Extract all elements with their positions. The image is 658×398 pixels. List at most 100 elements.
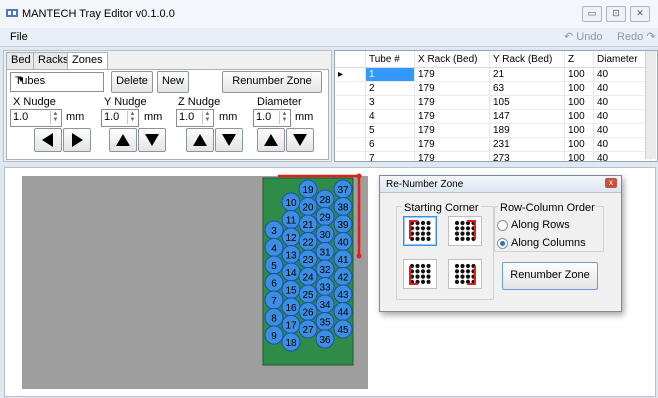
tube-label: 5: [271, 261, 277, 272]
tube-circle[interactable]: 5: [264, 255, 284, 275]
tube-circle[interactable]: 3: [264, 220, 284, 240]
renumber-dialog: Re-Number Zone x Starting Corner Row-Col…: [379, 175, 622, 312]
tube-circle[interactable]: 43: [333, 284, 353, 304]
tube-label: 10: [285, 198, 297, 209]
tube-circle[interactable]: 26: [298, 302, 318, 321]
along-rows-label[interactable]: Along Rows: [511, 219, 570, 231]
tube-label: 30: [319, 230, 331, 241]
selection-handle[interactable]: [356, 173, 362, 179]
tube-label: 45: [337, 325, 349, 336]
tube-circle[interactable]: 40: [333, 232, 353, 251]
tube-label: 4: [271, 244, 277, 255]
tube-label: 7: [271, 296, 277, 307]
tube-label: 24: [302, 273, 314, 284]
tube-circle[interactable]: 7: [264, 290, 284, 310]
order-label: Row-Column Order: [498, 202, 597, 214]
tube-label: 19: [302, 185, 314, 196]
tube-label: 35: [319, 318, 331, 329]
corner-top-right-button[interactable]: [448, 216, 482, 246]
tube-circle[interactable]: 13: [281, 245, 301, 264]
tube-circle[interactable]: 15: [281, 280, 301, 299]
tube-circle[interactable]: 12: [281, 227, 301, 247]
tube-label: 43: [337, 290, 349, 301]
grid-dots-icon: [409, 263, 431, 285]
tube-circle[interactable]: 20: [298, 197, 318, 216]
tube-circle[interactable]: 34: [315, 294, 335, 314]
tube-label: 8: [271, 314, 277, 325]
tube-label: 29: [319, 213, 331, 224]
tube-circle[interactable]: 36: [315, 329, 335, 349]
tube-circle[interactable]: 42: [333, 267, 353, 286]
tube-label: 15: [285, 286, 297, 297]
selection-handle[interactable]: [356, 253, 362, 259]
tube-circle[interactable]: 16: [281, 297, 301, 317]
tube-circle[interactable]: 38: [333, 197, 353, 216]
tube-label: 39: [337, 220, 349, 231]
dialog-title: Re-Number Zone: [386, 179, 464, 190]
grid-dots-icon: [409, 220, 431, 241]
tube-label: 41: [337, 255, 349, 266]
corner-top-left-button[interactable]: [403, 216, 437, 246]
tube-label: 38: [337, 203, 349, 214]
tube-label: 20: [302, 203, 314, 214]
tube-label: 26: [302, 308, 314, 319]
tube-label: 37: [337, 185, 349, 196]
tube-label: 31: [319, 248, 331, 259]
tube-circle[interactable]: 41: [333, 249, 353, 269]
dialog-close-button[interactable]: x: [605, 178, 617, 188]
tube-circle[interactable]: 23: [298, 249, 318, 269]
tube-label: 27: [302, 325, 314, 336]
tube-circle[interactable]: 11: [281, 210, 301, 229]
tube-label: 25: [302, 290, 314, 301]
tube-circle[interactable]: 25: [298, 284, 318, 304]
tube-circle[interactable]: 21: [298, 214, 318, 234]
tube-circle[interactable]: 18: [281, 332, 301, 352]
tube-label: 11: [286, 216, 297, 227]
tube-label: 6: [271, 279, 277, 290]
along-columns-radio[interactable]: [497, 238, 508, 249]
tube-label: 17: [285, 321, 297, 332]
tube-circle[interactable]: 30: [315, 224, 335, 244]
tube-circle[interactable]: 19: [298, 179, 318, 199]
tube-label: 34: [319, 300, 331, 311]
tube-circle[interactable]: 37: [333, 179, 353, 199]
tube-label: 9: [271, 331, 277, 342]
tube-circle[interactable]: 24: [298, 267, 318, 286]
corner-bottom-right-button[interactable]: [448, 259, 482, 289]
tube-circle[interactable]: 28: [315, 189, 335, 209]
tube-circle[interactable]: 39: [333, 214, 353, 234]
corner-bottom-left-button[interactable]: [403, 259, 437, 289]
tube-label: 22: [302, 238, 314, 249]
tube-label: 36: [319, 335, 331, 346]
tube-label: 32: [319, 265, 331, 276]
tube-circle[interactable]: 14: [281, 262, 301, 282]
tube-circle[interactable]: 6: [264, 273, 284, 292]
tube-circle[interactable]: 10: [281, 192, 301, 212]
tube-label: 42: [337, 273, 349, 284]
tube-circle[interactable]: 29: [315, 207, 335, 226]
along-columns-label[interactable]: Along Columns: [511, 237, 586, 249]
tube-circle[interactable]: 33: [315, 277, 335, 296]
tube-label: 44: [337, 308, 349, 319]
tube-label: 14: [285, 268, 297, 279]
tube-circle[interactable]: 8: [264, 308, 284, 327]
tube-circle[interactable]: 27: [298, 319, 318, 339]
tube-circle[interactable]: 17: [281, 315, 301, 334]
tube-circle[interactable]: 22: [298, 232, 318, 251]
along-rows-radio[interactable]: [497, 220, 508, 231]
tube-label: 12: [285, 233, 297, 244]
dialog-renumber-button[interactable]: Renumber Zone: [502, 262, 598, 290]
starting-corner-label: Starting Corner: [402, 202, 481, 214]
tube-circle[interactable]: 32: [315, 259, 335, 279]
tube-circle[interactable]: 35: [315, 312, 335, 331]
grid-dots-icon: [454, 263, 476, 285]
tube-label: 21: [302, 220, 314, 231]
tube-circle[interactable]: 9: [264, 325, 284, 345]
tube-label: 40: [337, 238, 349, 249]
tube-label: 23: [302, 255, 314, 266]
tube-circle[interactable]: 45: [333, 319, 353, 339]
tube-circle[interactable]: 31: [315, 242, 335, 261]
tube-circle[interactable]: 44: [333, 302, 353, 321]
tube-label: 3: [271, 226, 277, 237]
tube-circle[interactable]: 4: [264, 238, 284, 257]
